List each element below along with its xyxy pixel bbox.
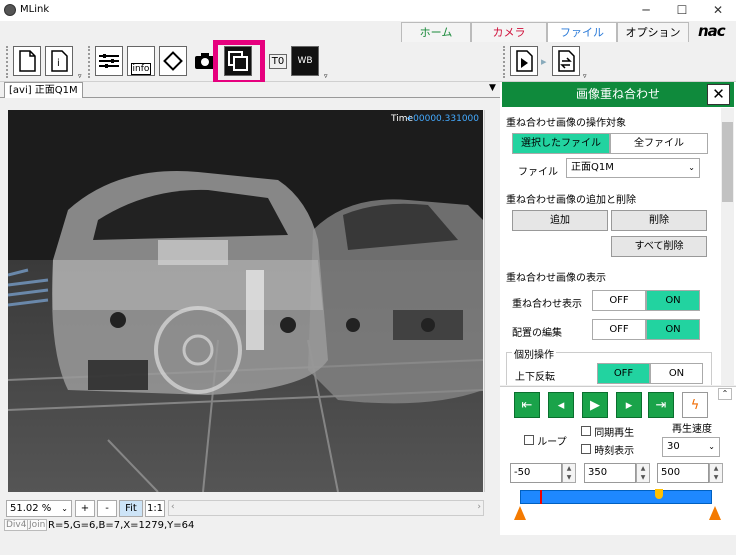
window-title: MLink	[20, 4, 50, 15]
panel-scroll-thumb[interactable]	[722, 122, 733, 202]
speed-select[interactable]: 30 ⌄	[662, 437, 720, 457]
start-frame-input[interactable]: -50	[510, 463, 562, 483]
pixel-info: R=5,G=6,B=7,X=1279,Y=64	[48, 520, 195, 531]
file-info-icon[interactable]: i	[45, 46, 73, 76]
collapse-icon[interactable]: ⌃	[718, 388, 732, 400]
individual-group-label: 個別操作	[512, 346, 556, 361]
target-all-button[interactable]: 全ファイル	[610, 133, 708, 154]
close-button[interactable]: ✕	[700, 0, 736, 21]
settings-sliders-icon[interactable]	[95, 46, 123, 76]
go-end-icon[interactable]: ⇥	[648, 392, 674, 418]
speed-label: 再生速度	[672, 424, 712, 435]
flip-off-button[interactable]: OFF	[597, 363, 650, 384]
svg-text:i: i	[57, 58, 60, 69]
step-forward-icon[interactable]: ▸	[616, 392, 642, 418]
delete-all-button[interactable]: すべて削除	[611, 236, 707, 257]
end-frame-stepper[interactable]: ▲ ▼	[709, 463, 723, 483]
play-icon[interactable]: ▶	[582, 392, 608, 418]
delete-button[interactable]: 削除	[611, 210, 707, 231]
tab-menu-icon[interactable]: ▼	[489, 83, 496, 93]
chevron-down-icon: ⌄	[708, 442, 715, 451]
rotate-icon[interactable]	[159, 46, 187, 76]
overlay-off-button[interactable]: OFF	[592, 290, 646, 311]
zoom-select[interactable]: 51.02 % ⌄	[6, 500, 72, 517]
play-file-icon[interactable]	[510, 46, 538, 76]
arrow-right-icon: ▸	[541, 55, 547, 68]
zoom-fit-button[interactable]: Fit	[119, 500, 143, 517]
go-start-icon[interactable]: ⇤	[514, 392, 540, 418]
white-balance-icon[interactable]: WB	[291, 46, 319, 76]
panel-close-icon[interactable]: ✕	[707, 84, 730, 105]
convert-file-icon[interactable]	[552, 46, 580, 76]
crash-test-image	[8, 110, 483, 492]
app-icon	[4, 4, 16, 16]
minimize-button[interactable]: ─	[628, 0, 664, 21]
speed-icon[interactable]: ϟ	[682, 392, 708, 418]
tab-options[interactable]: オプション	[617, 22, 689, 42]
target-selected-button[interactable]: 選択したファイル	[512, 133, 610, 154]
flip-on-button[interactable]: ON	[650, 363, 703, 384]
dropdown-arrow-icon[interactable]: ▿	[78, 72, 82, 80]
dropdown-arrow-icon[interactable]: ▿	[583, 72, 587, 80]
timeline-playhead[interactable]	[655, 489, 663, 499]
nac-logo: nac	[698, 22, 726, 40]
flip-label: 上下反転	[515, 372, 555, 383]
layout-edit-label: 配置の編集	[512, 328, 562, 339]
tab-home[interactable]: ホーム	[401, 22, 471, 42]
section-add-delete: 重ね合わせ画像の追加と削除	[506, 195, 636, 206]
title-bar	[0, 0, 736, 21]
chevron-down-icon: ⌄	[61, 504, 68, 513]
file-label: ファイル	[518, 167, 558, 178]
layout-on-button[interactable]: ON	[646, 319, 700, 340]
maximize-button[interactable]: ☐	[664, 0, 700, 21]
panel-title: 画像重ね合わせ	[502, 82, 734, 107]
add-info-icon[interactable]: info	[127, 46, 155, 76]
overlay-highlight	[213, 40, 265, 85]
chevron-down-icon: ⌄	[688, 163, 695, 172]
toolbar-grip	[6, 46, 10, 78]
section-target: 重ね合わせ画像の操作対象	[506, 118, 626, 129]
time-display-checkbox[interactable]: 時刻表示	[581, 442, 634, 457]
div4-button[interactable]: Div4	[4, 519, 29, 531]
sync-checkbox[interactable]: 同期再生	[581, 424, 634, 439]
tab-file[interactable]: ファイル	[547, 22, 617, 43]
layout-off-button[interactable]: OFF	[592, 319, 646, 340]
file-select[interactable]: 正面Q1M ⌄	[566, 158, 700, 178]
step-back-icon[interactable]: ◂	[548, 392, 574, 418]
t0-icon[interactable]: T0	[264, 46, 292, 76]
zoom-actual-button[interactable]: 1:1	[145, 500, 165, 517]
start-marker-icon[interactable]	[514, 506, 526, 520]
document-tab[interactable]: [avi] 正面Q1M	[4, 82, 83, 98]
end-frame-input[interactable]: 500	[657, 463, 709, 483]
timeline-slider[interactable]	[520, 490, 712, 504]
zoom-in-button[interactable]: +	[75, 500, 95, 517]
start-frame-stepper[interactable]: ▲ ▼	[562, 463, 576, 483]
end-marker-icon[interactable]	[709, 506, 721, 520]
current-frame-stepper[interactable]: ▲ ▼	[636, 463, 650, 483]
video-frame[interactable]: Time +00000.331000	[8, 110, 483, 492]
zoom-out-button[interactable]: -	[97, 500, 117, 517]
new-file-icon[interactable]	[13, 46, 41, 76]
toolbar-grip	[503, 46, 507, 78]
current-frame-input[interactable]: 350	[584, 463, 636, 483]
time-value: +00000.331000	[405, 114, 479, 124]
toolbar-grip	[88, 46, 92, 78]
join-button[interactable]: Join	[27, 519, 48, 531]
add-button[interactable]: 追加	[512, 210, 608, 231]
overlay-on-button[interactable]: ON	[646, 290, 700, 311]
loop-checkbox[interactable]: ループ	[524, 433, 567, 448]
tab-camera[interactable]: カメラ	[471, 22, 547, 42]
overlay-display-label: 重ね合わせ表示	[512, 299, 582, 310]
video-vertical-scrollbar[interactable]	[484, 110, 498, 492]
video-horizontal-scrollbar[interactable]: ‹ ›	[168, 500, 484, 516]
section-display: 重ね合わせ画像の表示	[506, 273, 606, 284]
dropdown-arrow-icon[interactable]: ▿	[324, 72, 328, 80]
timeline-current-marker[interactable]	[540, 490, 542, 504]
